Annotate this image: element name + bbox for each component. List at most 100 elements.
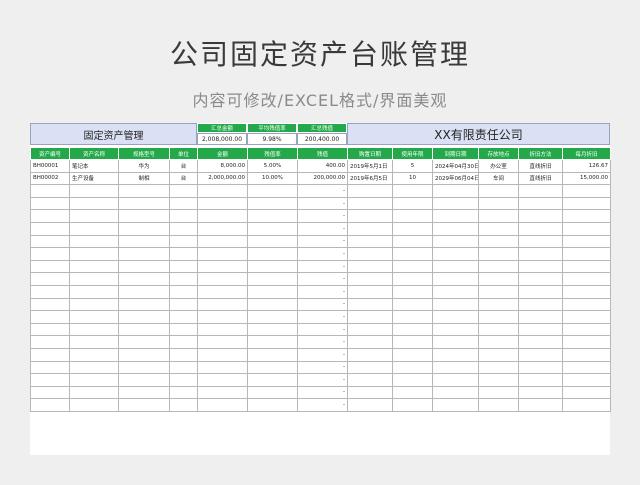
table-cell[interactable] <box>30 284 70 299</box>
table-cell[interactable] <box>347 196 393 211</box>
table-cell[interactable]: - <box>297 385 348 400</box>
table-cell[interactable]: 车间 <box>478 171 519 186</box>
table-cell[interactable] <box>518 385 563 400</box>
table-cell[interactable] <box>197 360 248 375</box>
table-cell[interactable] <box>197 284 248 299</box>
table-cell[interactable]: - <box>297 335 348 349</box>
table-cell[interactable] <box>118 347 170 362</box>
table-cell[interactable] <box>197 297 248 312</box>
table-cell[interactable] <box>30 196 70 211</box>
table-cell[interactable]: 126.67 <box>562 159 611 173</box>
table-cell[interactable] <box>392 360 433 375</box>
table-cell[interactable] <box>30 360 70 375</box>
column-header[interactable]: 购置日期 <box>347 147 393 160</box>
table-cell[interactable] <box>478 272 519 286</box>
table-cell[interactable] <box>197 385 248 400</box>
table-cell[interactable] <box>69 398 119 412</box>
table-cell[interactable] <box>478 221 519 236</box>
table-cell[interactable] <box>562 385 611 400</box>
table-cell[interactable] <box>30 247 70 261</box>
table-cell[interactable] <box>518 196 563 211</box>
table-cell[interactable] <box>69 335 119 349</box>
table-cell[interactable]: 5.00% <box>247 159 298 173</box>
table-cell[interactable] <box>518 184 563 198</box>
table-cell[interactable]: BH00002 <box>30 171 70 186</box>
table-cell[interactable] <box>169 297 198 312</box>
table-cell[interactable]: 200,000.00 <box>297 171 348 186</box>
table-cell[interactable] <box>432 221 479 236</box>
table-cell[interactable] <box>392 284 433 299</box>
table-cell[interactable]: 台 <box>169 159 198 173</box>
column-header[interactable]: 折旧方法 <box>518 147 563 160</box>
table-cell[interactable] <box>30 272 70 286</box>
table-cell[interactable] <box>562 322 611 337</box>
table-cell[interactable] <box>69 259 119 274</box>
table-cell[interactable] <box>197 398 248 412</box>
table-cell[interactable] <box>247 259 298 274</box>
table-cell[interactable] <box>347 297 393 312</box>
table-cell[interactable]: 400.00 <box>297 159 348 173</box>
table-cell[interactable] <box>69 322 119 337</box>
table-cell[interactable]: 直线折旧 <box>518 159 563 173</box>
table-cell[interactable]: 10 <box>392 171 433 186</box>
table-cell[interactable] <box>518 221 563 236</box>
table-cell[interactable] <box>562 347 611 362</box>
table-cell[interactable] <box>118 209 170 223</box>
table-cell[interactable] <box>347 373 393 387</box>
table-cell[interactable] <box>392 297 433 312</box>
table-cell[interactable]: 15,000.00 <box>562 171 611 186</box>
table-cell[interactable]: 2024年04月30日 <box>432 159 479 173</box>
table-cell[interactable] <box>432 196 479 211</box>
table-cell[interactable] <box>247 209 298 223</box>
table-cell[interactable] <box>518 335 563 349</box>
table-cell[interactable] <box>169 360 198 375</box>
table-cell[interactable] <box>118 335 170 349</box>
table-cell[interactable] <box>432 184 479 198</box>
table-cell[interactable] <box>169 247 198 261</box>
table-cell[interactable] <box>69 272 119 286</box>
table-cell[interactable] <box>432 247 479 261</box>
table-cell[interactable] <box>518 322 563 337</box>
table-cell[interactable] <box>69 385 119 400</box>
table-cell[interactable] <box>478 297 519 312</box>
summary-value[interactable]: 200,400.00 <box>297 133 347 145</box>
table-cell[interactable] <box>197 221 248 236</box>
table-cell[interactable] <box>392 385 433 400</box>
table-cell[interactable] <box>30 398 70 412</box>
table-cell[interactable] <box>392 196 433 211</box>
table-cell[interactable] <box>169 272 198 286</box>
table-cell[interactable] <box>392 209 433 223</box>
table-cell[interactable] <box>392 221 433 236</box>
table-cell[interactable] <box>69 221 119 236</box>
table-cell[interactable]: 8,000.00 <box>197 159 248 173</box>
table-cell[interactable] <box>247 360 298 375</box>
table-cell[interactable] <box>197 234 248 249</box>
table-cell[interactable] <box>197 347 248 362</box>
table-cell[interactable] <box>69 234 119 249</box>
table-cell[interactable] <box>197 209 248 223</box>
table-cell[interactable] <box>392 184 433 198</box>
column-header[interactable]: 金额 <box>197 147 248 160</box>
table-cell[interactable] <box>432 347 479 362</box>
table-cell[interactable]: - <box>297 373 348 387</box>
column-header[interactable]: 到期日期 <box>432 147 479 160</box>
table-cell[interactable] <box>432 284 479 299</box>
table-cell[interactable] <box>392 310 433 324</box>
table-cell[interactable] <box>347 247 393 261</box>
table-cell[interactable] <box>347 385 393 400</box>
table-cell[interactable] <box>30 221 70 236</box>
column-header[interactable]: 单位 <box>169 147 198 160</box>
table-cell[interactable] <box>562 221 611 236</box>
table-cell[interactable] <box>347 284 393 299</box>
table-cell[interactable] <box>30 184 70 198</box>
table-cell[interactable] <box>347 209 393 223</box>
table-cell[interactable] <box>169 234 198 249</box>
table-cell[interactable] <box>478 322 519 337</box>
table-cell[interactable] <box>347 335 393 349</box>
table-cell[interactable]: 华为 <box>118 159 170 173</box>
table-cell[interactable] <box>518 347 563 362</box>
table-cell[interactable] <box>30 347 70 362</box>
table-cell[interactable] <box>347 322 393 337</box>
table-cell[interactable] <box>197 335 248 349</box>
table-cell[interactable] <box>169 322 198 337</box>
